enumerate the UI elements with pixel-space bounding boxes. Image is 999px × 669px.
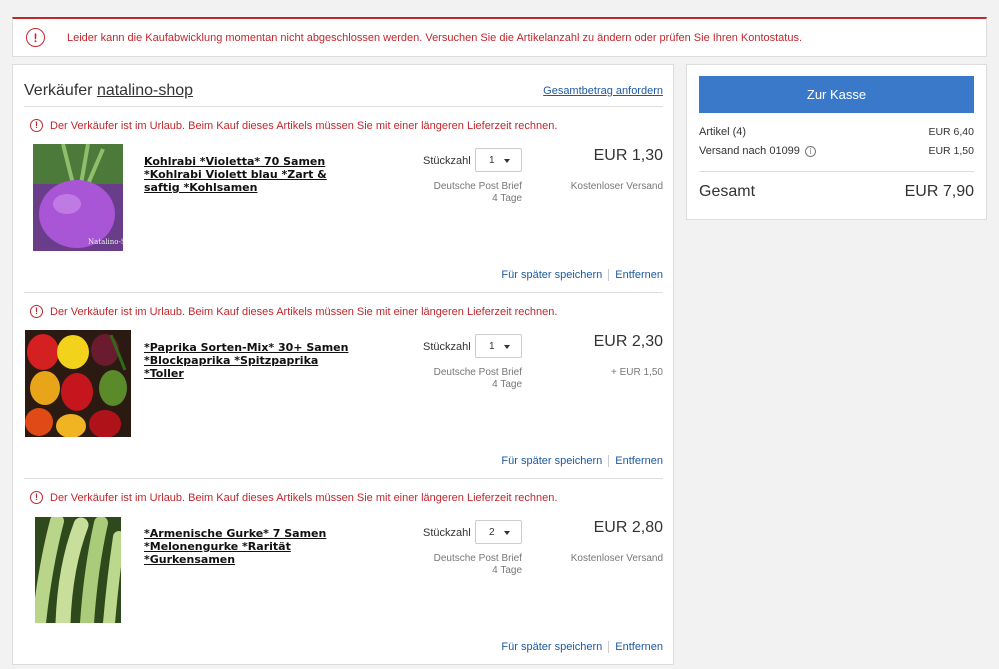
warning-icon: ! (30, 491, 43, 504)
summary-shipping-row: Versand nach 01099 i EUR 1,50 (699, 145, 974, 157)
quantity-label: Stückzahl (423, 155, 471, 167)
item-actions: Für später speichern Entfernen (501, 269, 663, 281)
vacation-warning: ! Der Verkäufer ist im Urlaub. Beim Kauf … (30, 119, 557, 132)
seller-prefix: Verkäufer (24, 81, 97, 99)
checkout-button[interactable]: Zur Kasse (699, 76, 974, 113)
item-divider (24, 478, 663, 479)
item-shipping-cost: Kostenloser Versand (570, 181, 663, 192)
shipping-time: 4 Tage (492, 193, 522, 204)
product-title-link[interactable]: *Paprika Sorten-Mix* 30+ Samen *Blockpap… (144, 341, 359, 380)
item-price: EUR 2,30 (593, 333, 663, 350)
error-alert-text: Leider kann die Kaufabwicklung momentan … (67, 31, 803, 44)
shipping-method: Deutsche Post Brief (433, 553, 522, 564)
order-summary-panel: Zur Kasse Artikel (4) EUR 6,40 Versand n… (686, 64, 987, 220)
quantity-label: Stückzahl (423, 527, 471, 539)
divider (608, 641, 610, 653)
shipping-method: Deutsche Post Brief (433, 181, 522, 192)
summary-divider (699, 171, 974, 172)
vacation-warning: ! Der Verkäufer ist im Urlaub. Beim Kauf … (30, 491, 557, 504)
quantity-label: Stückzahl (423, 341, 471, 353)
error-icon: ! (26, 28, 45, 47)
seller-name-link[interactable]: natalino-shop (97, 82, 193, 99)
product-title-link[interactable]: Kohlrabi *Violetta* 70 Samen *Kohlrabi V… (144, 155, 359, 194)
product-title-link[interactable]: *Armenische Gurke* 7 Samen *Melonengurke… (144, 527, 359, 566)
shipping-time: 4 Tage (492, 379, 522, 390)
summary-items-label: Artikel (4) (699, 126, 747, 138)
quantity-select[interactable]: 2 (475, 520, 522, 544)
seller-cart-panel: Verkäufer natalino-shop Gesamtbetrag anf… (12, 64, 674, 665)
total-value: EUR 7,90 (904, 183, 974, 200)
warning-icon: ! (30, 305, 43, 318)
quantity-value: 1 (489, 340, 495, 352)
product-image-kohlrabi[interactable]: Natalino-Shop (33, 144, 123, 251)
shipping-info: Deutsche Post Brief 4 Tage (424, 181, 522, 205)
product-image-gurke[interactable] (35, 517, 121, 623)
quantity-select[interactable]: 1 (475, 148, 522, 172)
item-shipping-cost: Kostenloser Versand (570, 553, 663, 564)
save-for-later-link[interactable]: Für später speichern (501, 455, 602, 467)
quantity-value: 2 (489, 526, 495, 538)
summary-shipping-label: Versand nach 01099 (699, 145, 800, 157)
warning-icon: ! (30, 119, 43, 132)
error-alert: ! Leider kann die Kaufabwicklung momenta… (12, 17, 987, 57)
item-shipping-cost: + EUR 1,50 (611, 367, 663, 378)
remove-link[interactable]: Entfernen (615, 269, 663, 281)
total-label: Gesamt (699, 183, 756, 200)
summary-shipping-value: EUR 1,50 (928, 145, 974, 157)
save-for-later-link[interactable]: Für später speichern (501, 641, 602, 653)
chevron-down-icon (504, 159, 510, 163)
item-actions: Für später speichern Entfernen (501, 455, 663, 467)
shipping-method: Deutsche Post Brief (433, 367, 522, 378)
info-icon[interactable]: i (804, 145, 816, 157)
vacation-warning-text: Der Verkäufer ist im Urlaub. Beim Kauf d… (50, 491, 558, 504)
chevron-down-icon (504, 531, 510, 535)
item-price: EUR 1,30 (593, 147, 663, 164)
item-divider (24, 292, 663, 293)
request-total-link[interactable]: Gesamtbetrag anfordern (543, 85, 663, 97)
vacation-warning-text: Der Verkäufer ist im Urlaub. Beim Kauf d… (50, 305, 558, 318)
quantity-value: 1 (489, 154, 495, 166)
item-price: EUR 2,80 (593, 519, 663, 536)
remove-link[interactable]: Entfernen (615, 455, 663, 467)
item-actions: Für später speichern Entfernen (501, 641, 663, 653)
cart-item: ! Der Verkäufer ist im Urlaub. Beim Kauf … (24, 491, 663, 661)
vacation-warning: ! Der Verkäufer ist im Urlaub. Beim Kauf … (30, 305, 557, 318)
vacation-warning-text: Der Verkäufer ist im Urlaub. Beim Kauf d… (50, 119, 558, 132)
summary-items-value: EUR 6,40 (928, 126, 974, 138)
divider (608, 269, 610, 281)
shipping-time: 4 Tage (492, 565, 522, 576)
divider (608, 455, 610, 467)
product-image-paprika[interactable] (25, 330, 131, 437)
remove-link[interactable]: Entfernen (615, 641, 663, 653)
shipping-info: Deutsche Post Brief 4 Tage (424, 367, 522, 391)
summary-items-row: Artikel (4) EUR 6,40 (699, 126, 974, 138)
seller-title: Verkäufer natalino-shop (24, 82, 193, 100)
summary-total-row: Gesamt EUR 7,90 (699, 183, 974, 201)
shipping-info: Deutsche Post Brief 4 Tage (424, 553, 522, 577)
svg-text:Natalino-Shop: Natalino-Shop (88, 238, 123, 246)
seller-header: Verkäufer natalino-shop Gesamtbetrag anf… (24, 75, 663, 107)
save-for-later-link[interactable]: Für später speichern (501, 269, 602, 281)
chevron-down-icon (504, 345, 510, 349)
quantity-select[interactable]: 1 (475, 334, 522, 358)
